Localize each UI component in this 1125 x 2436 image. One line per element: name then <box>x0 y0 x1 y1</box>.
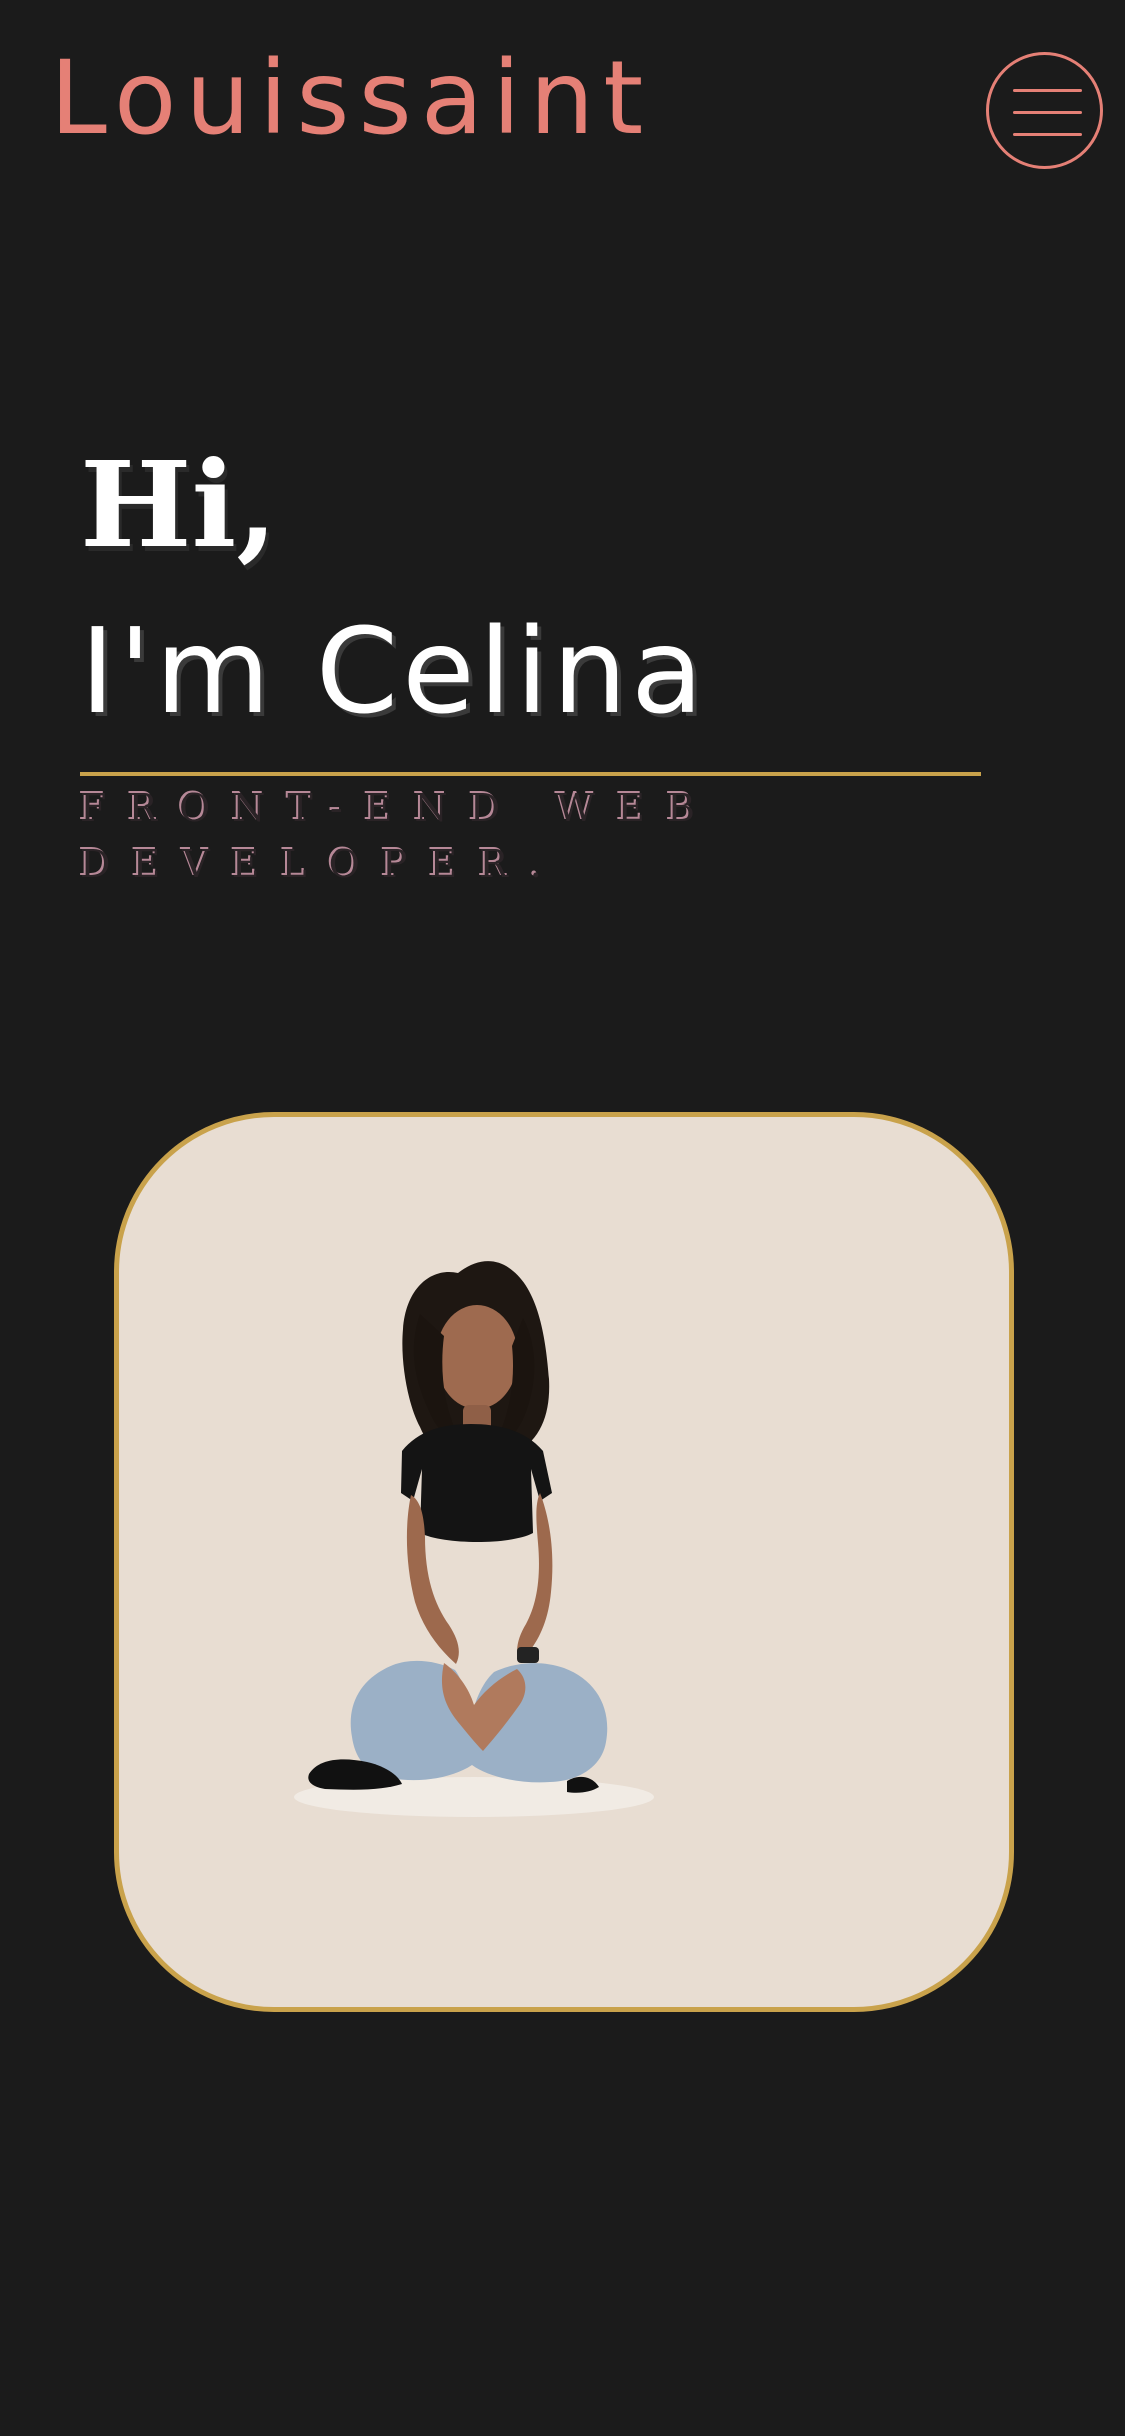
profile-photo-card <box>114 1112 1014 2012</box>
name-heading: I'm Celina <box>80 602 708 740</box>
role-line-2: DEVELOPER. <box>80 842 564 886</box>
watch <box>517 1647 539 1663</box>
profile-photo <box>294 1261 654 1817</box>
menu-line-middle <box>1013 111 1082 114</box>
menu-line-top <box>1013 89 1082 92</box>
greeting-heading: Hi, <box>80 435 278 574</box>
role-line-1: FRONT-END WEB <box>80 786 717 830</box>
face <box>436 1305 518 1409</box>
brand-logo[interactable]: Louissaint <box>50 48 652 150</box>
menu-line-bottom <box>1013 133 1082 136</box>
title-divider <box>80 772 981 776</box>
hamburger-menu-button[interactable] <box>986 52 1103 169</box>
